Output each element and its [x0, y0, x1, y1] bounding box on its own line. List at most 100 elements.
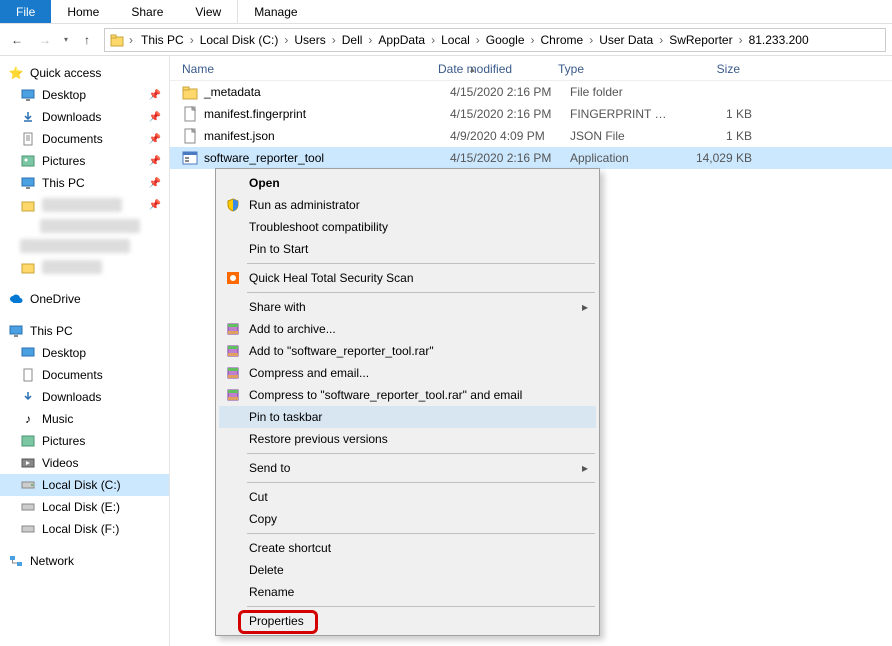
sidebar-obscured[interactable]: 📌 [0, 194, 169, 216]
ctx-properties[interactable]: Properties [219, 610, 596, 632]
file-name: _metadata [204, 85, 261, 99]
ctx-addarchive[interactable]: Add to archive... [219, 318, 596, 340]
breadcrumb[interactable]: This PC Local Disk (C:) Users Dell AppData Lo… [104, 28, 886, 52]
ctx-compressemail[interactable]: Compress and email... [219, 362, 596, 384]
sidebar-obscured[interactable] [0, 236, 169, 256]
ribbon-manage[interactable]: Manage [237, 0, 313, 23]
pictures-icon [20, 153, 36, 169]
sidebar-item-music[interactable]: ♪Music [0, 408, 169, 430]
sidebar-thispc-header[interactable]: This PC [0, 320, 169, 342]
monitor-icon [20, 175, 36, 191]
winrar-icon [225, 365, 241, 381]
forward-button[interactable]: → [34, 29, 56, 51]
documents-icon [20, 131, 36, 147]
pictures-icon [20, 433, 36, 449]
ctx-open[interactable]: Open [219, 172, 596, 194]
exe-icon [182, 150, 198, 166]
shield-icon [225, 197, 241, 213]
downloads-icon [20, 389, 36, 405]
sidebar-obscured[interactable] [0, 256, 169, 278]
disk-icon [20, 521, 36, 537]
ctx-addto[interactable]: Add to "software_reporter_tool.rar" [219, 340, 596, 362]
sidebar-item-downloads[interactable]: Downloads [0, 386, 169, 408]
history-dropdown[interactable]: ▾ [64, 35, 68, 44]
star-icon: ⭐ [8, 65, 24, 81]
ctx-delete[interactable]: Delete [219, 559, 596, 581]
breadcrumb-segment[interactable]: Chrome [537, 31, 588, 49]
sidebar-item-disk-e[interactable]: Local Disk (E:) [0, 496, 169, 518]
breadcrumb-segment[interactable]: Users [290, 31, 329, 49]
videos-icon [20, 455, 36, 471]
sidebar-network[interactable]: Network [0, 550, 169, 572]
navigation-pane[interactable]: ⭐ Quick access Desktop📌 Downloads📌 Docum… [0, 56, 170, 646]
sidebar-item-thispc[interactable]: This PC📌 [0, 172, 169, 194]
sidebar-item-desktop[interactable]: Desktop📌 [0, 84, 169, 106]
up-button[interactable]: ↑ [76, 29, 98, 51]
ctx-sendto[interactable]: Send to▸ [219, 457, 596, 479]
sidebar-item-desktop[interactable]: Desktop [0, 342, 169, 364]
file-type: FINGERPRINT File [562, 107, 680, 121]
column-name[interactable]: Name▴ [170, 62, 430, 76]
breadcrumb-segment[interactable]: SwReporter [665, 31, 736, 49]
back-button[interactable]: ← [6, 29, 28, 51]
breadcrumb-segment[interactable]: Dell [338, 31, 367, 49]
sidebar-item-documents[interactable]: Documents [0, 364, 169, 386]
ribbon-share[interactable]: Share [115, 0, 179, 23]
breadcrumb-segment[interactable]: 81.233.200 [745, 31, 813, 49]
sidebar-item-videos[interactable]: Videos [0, 452, 169, 474]
ctx-sharewith[interactable]: Share with▸ [219, 296, 596, 318]
breadcrumb-segment[interactable]: Local [437, 31, 474, 49]
file-row[interactable]: _metadata4/15/2020 2:16 PMFile folder [170, 81, 892, 103]
ribbon-view[interactable]: View [179, 0, 237, 23]
desktop-icon [20, 345, 36, 361]
winrar-icon [225, 387, 241, 403]
ctx-rename[interactable]: Rename [219, 581, 596, 603]
breadcrumb-segment[interactable]: AppData [374, 31, 429, 49]
ctx-separator [247, 606, 595, 607]
breadcrumb-segment[interactable]: This PC [137, 31, 188, 49]
sort-asc-icon: ▴ [470, 64, 475, 75]
ctx-troubleshoot[interactable]: Troubleshoot compatibility [219, 216, 596, 238]
ctx-restore[interactable]: Restore previous versions [219, 428, 596, 450]
ctx-quickheal[interactable]: Quick Heal Total Security Scan [219, 267, 596, 289]
ctx-pinstart[interactable]: Pin to Start [219, 238, 596, 260]
ctx-separator [247, 533, 595, 534]
breadcrumb-segment[interactable]: User Data [595, 31, 657, 49]
ribbon-file[interactable]: File [0, 0, 51, 23]
ctx-cut[interactable]: Cut [219, 486, 596, 508]
sidebar-item-pictures[interactable]: Pictures📌 [0, 150, 169, 172]
network-icon [8, 553, 24, 569]
sidebar-obscured[interactable] [0, 216, 169, 236]
chevron-right-icon [188, 33, 196, 47]
file-row[interactable]: software_reporter_tool4/15/2020 2:16 PMA… [170, 147, 892, 169]
sidebar-onedrive[interactable]: OneDrive [0, 288, 169, 310]
column-date[interactable]: Date modified [430, 62, 550, 76]
chevron-right-icon: ▸ [582, 300, 588, 314]
chevron-right-icon [330, 33, 338, 47]
file-row[interactable]: manifest.json4/9/2020 4:09 PMJSON File1 … [170, 125, 892, 147]
ctx-copy[interactable]: Copy [219, 508, 596, 530]
chevron-right-icon [529, 33, 537, 47]
column-type[interactable]: Type [550, 62, 668, 76]
column-headers: Name▴ Date modified Type Size [170, 56, 892, 81]
ribbon-home[interactable]: Home [51, 0, 115, 23]
sidebar-item-disk-c[interactable]: Local Disk (C:) [0, 474, 169, 496]
documents-icon [20, 367, 36, 383]
ctx-runadmin[interactable]: Run as administrator [219, 194, 596, 216]
ctx-shortcut[interactable]: Create shortcut [219, 537, 596, 559]
file-row[interactable]: manifest.fingerprint4/15/2020 2:16 PMFIN… [170, 103, 892, 125]
sidebar-item-pictures[interactable]: Pictures [0, 430, 169, 452]
sidebar-item-downloads[interactable]: Downloads📌 [0, 106, 169, 128]
ctx-pintaskbar[interactable]: Pin to taskbar [219, 406, 596, 428]
sidebar-item-documents[interactable]: Documents📌 [0, 128, 169, 150]
ctx-compressto[interactable]: Compress to "software_reporter_tool.rar"… [219, 384, 596, 406]
monitor-icon [8, 323, 24, 339]
file-name: manifest.json [204, 129, 275, 143]
sidebar-item-disk-f[interactable]: Local Disk (F:) [0, 518, 169, 540]
breadcrumb-segment[interactable]: Local Disk (C:) [196, 31, 283, 49]
breadcrumb-segment[interactable]: Google [482, 31, 529, 49]
column-size[interactable]: Size [668, 62, 748, 76]
quick-access-header[interactable]: ⭐ Quick access [0, 62, 169, 84]
winrar-icon [225, 343, 241, 359]
file-icon [182, 106, 198, 122]
